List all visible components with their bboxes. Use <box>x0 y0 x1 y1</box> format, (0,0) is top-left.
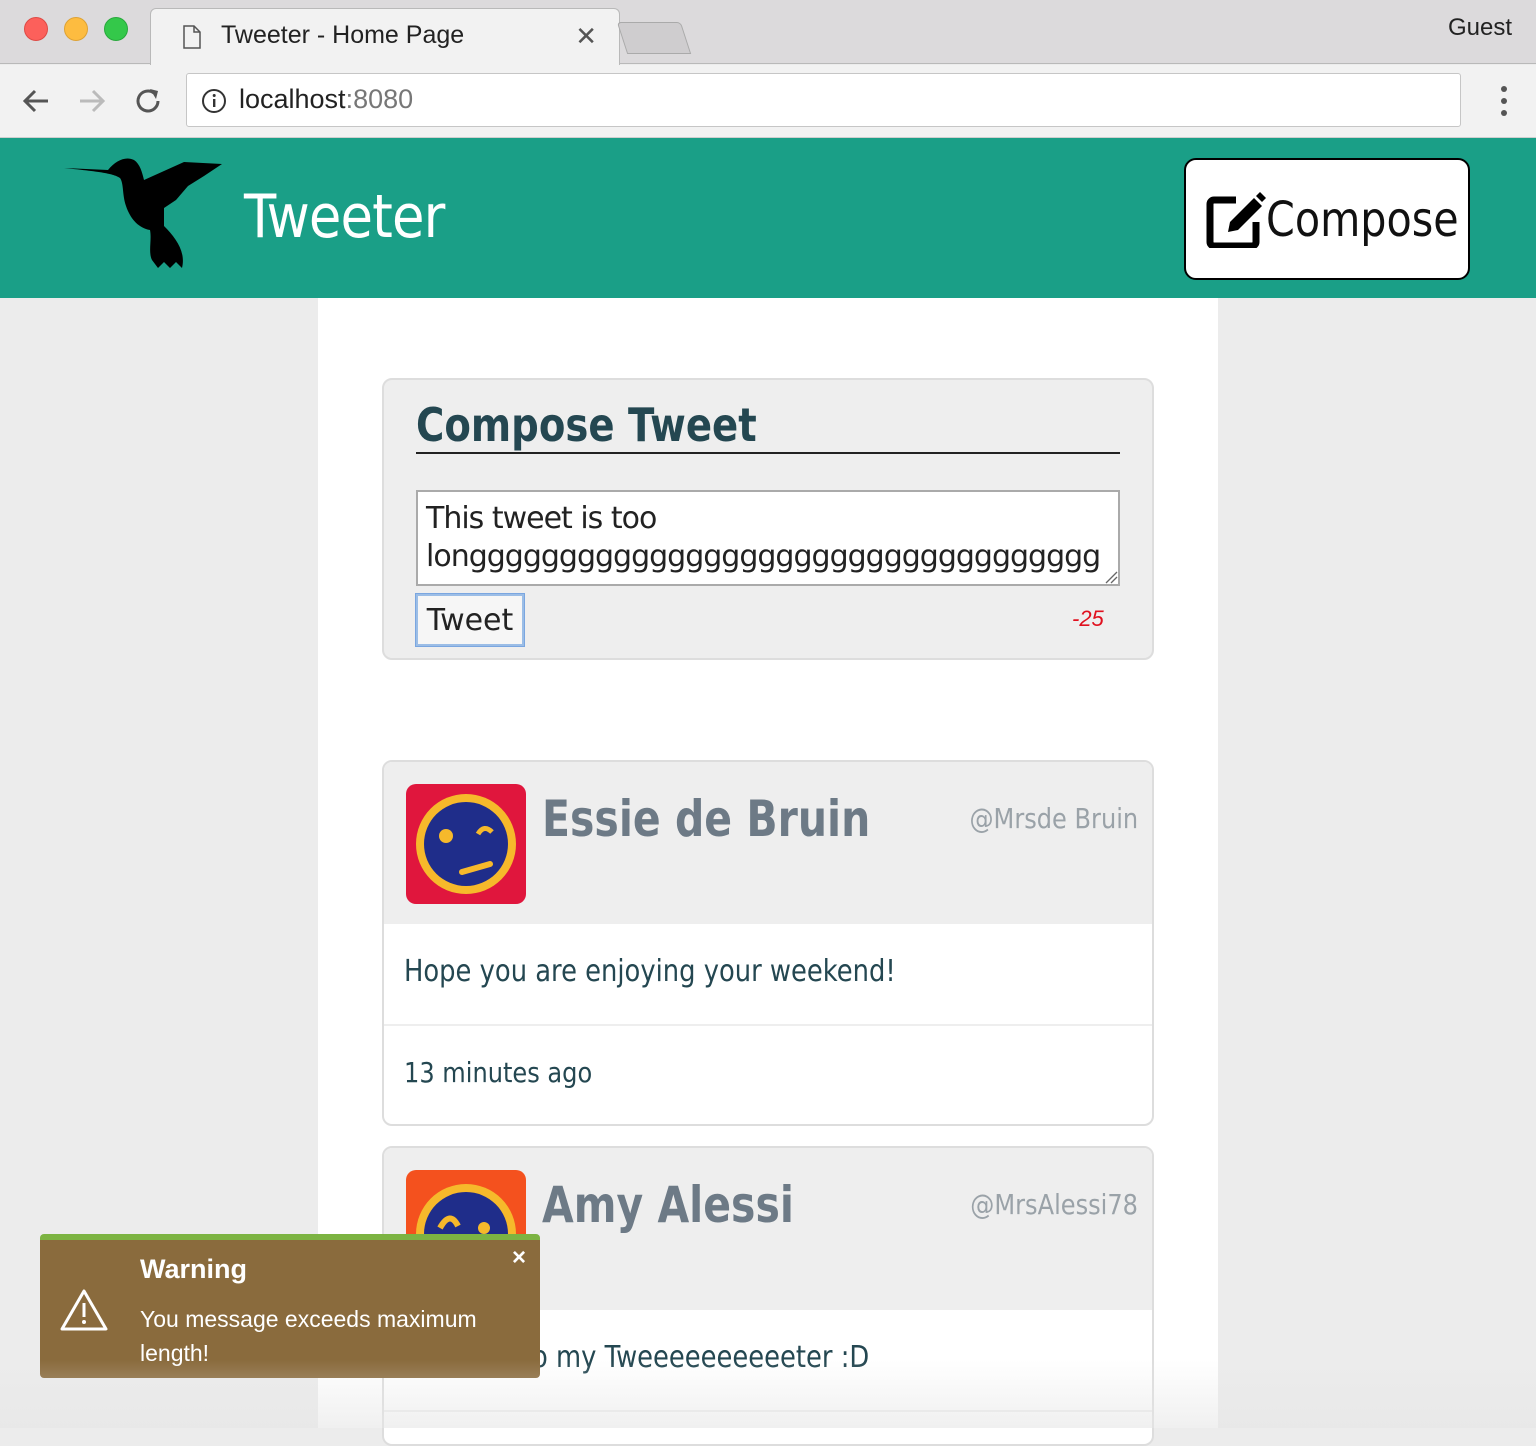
avatar[interactable] <box>406 784 526 904</box>
author-handle: @Mrsde Bruin <box>969 802 1138 835</box>
maximize-window-button[interactable] <box>104 17 128 41</box>
page-icon <box>183 25 201 49</box>
edit-icon <box>1206 192 1266 248</box>
warning-icon <box>60 1289 108 1331</box>
toast-message: You message exceeds maximum length! <box>140 1306 477 1366</box>
tab-title: Tweeter - Home Page <box>221 21 465 49</box>
profile-label[interactable]: Guest <box>1448 14 1512 42</box>
reload-icon[interactable] <box>130 83 166 119</box>
compose-tweet-panel: Compose Tweet This tweet is too longgggg… <box>382 378 1154 660</box>
character-counter: -25 <box>1072 606 1104 631</box>
author-handle: @MrsAlessi78 <box>970 1188 1138 1221</box>
tweet-footer: 13 minutes ago <box>384 1026 1152 1124</box>
divider <box>416 452 1120 454</box>
browser-tab[interactable]: Tweeter - Home Page ✕ <box>150 8 620 65</box>
back-arrow-icon[interactable] <box>18 83 54 119</box>
tweet-card: Essie de Bruin @Mrsde Bruin Hope you are… <box>382 760 1154 1126</box>
forward-arrow-icon[interactable] <box>74 83 110 119</box>
author-name: Essie de Bruin <box>542 790 871 848</box>
compose-button[interactable]: Compose <box>1184 158 1470 280</box>
app-nav: Tweeter Compose <box>0 138 1536 298</box>
tweet-header: Essie de Bruin @Mrsde Bruin <box>384 762 1152 924</box>
tweet-body: Hope you are enjoying your weekend! <box>384 924 1152 1026</box>
address-bar[interactable]: localhost:8080 <box>186 73 1461 127</box>
browser-tab-bar: Tweeter - Home Page ✕ Guest <box>0 0 1536 65</box>
info-icon[interactable] <box>201 88 227 114</box>
tweet-textarea[interactable]: This tweet is too longgggggggggggggggggg… <box>416 490 1120 586</box>
tweet-timestamp: 13 minutes ago <box>404 1056 593 1089</box>
browser-menu-icon[interactable] <box>1500 85 1508 117</box>
tweet-submit-button[interactable]: Tweet <box>416 594 524 646</box>
compose-tweet-title: Compose Tweet <box>416 398 757 452</box>
compose-button-label: Compose <box>1266 192 1459 248</box>
warning-toast: Warning You message exceeds maximum leng… <box>40 1234 540 1378</box>
resize-grip-icon[interactable] <box>1104 570 1118 584</box>
tweet-text: o my Tweeeeeeeeeeter :D <box>532 1340 870 1375</box>
toast-close-icon[interactable]: × <box>512 1244 526 1272</box>
browser-toolbar: localhost:8080 <box>0 65 1536 138</box>
close-window-button[interactable] <box>24 17 48 41</box>
url-text: localhost:8080 <box>239 84 414 114</box>
tweet-text: Hope you are enjoying your weekend! <box>404 954 896 989</box>
tab-close-icon[interactable]: ✕ <box>575 21 597 52</box>
new-tab-button[interactable] <box>616 22 692 54</box>
toast-title: Warning <box>140 1254 247 1284</box>
author-name: Amy Alessi <box>542 1176 794 1234</box>
hummingbird-logo-icon <box>64 158 222 268</box>
brand-title[interactable]: Tweeter <box>244 182 445 252</box>
minimize-window-button[interactable] <box>64 17 88 41</box>
